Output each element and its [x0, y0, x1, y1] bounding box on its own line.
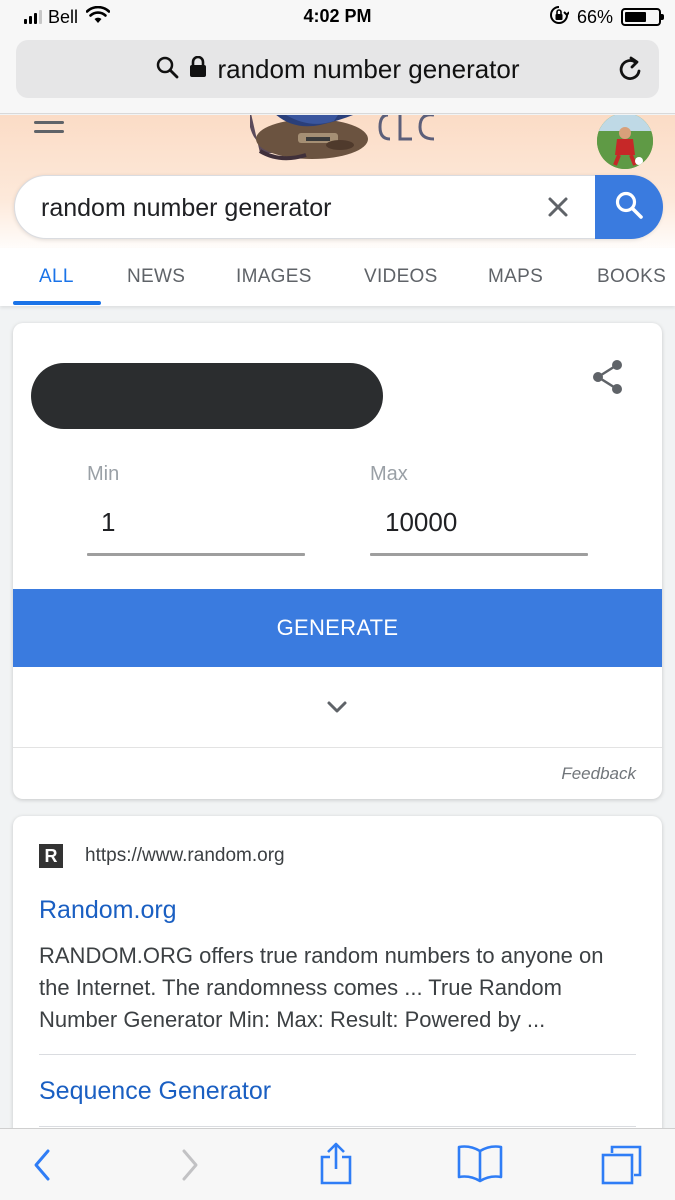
- result-snippet: RANDOM.ORG offers true random numbers to…: [39, 943, 604, 1032]
- tab-active-indicator: [13, 301, 101, 305]
- search-tabs: ALL NEWS IMAGES VIDEOS MAPS BOOKS: [0, 248, 675, 306]
- tab-news[interactable]: NEWS: [127, 266, 185, 288]
- tabs-icon[interactable]: [600, 1143, 644, 1190]
- search-icon: [614, 190, 644, 225]
- site-favicon: R: [39, 844, 63, 868]
- generate-button[interactable]: GENERATE: [13, 589, 662, 667]
- max-input-underline: [370, 553, 588, 556]
- orientation-lock-icon: [549, 5, 570, 30]
- address-bar[interactable]: random number generator: [16, 40, 659, 98]
- menu-icon[interactable]: [34, 121, 64, 139]
- tab-all[interactable]: ALL: [39, 266, 74, 288]
- card-divider: [13, 747, 662, 748]
- search-input[interactable]: random number generator: [41, 194, 331, 223]
- min-input[interactable]: 1: [101, 507, 115, 538]
- doodle-logo[interactable]: [250, 115, 440, 168]
- search-box[interactable]: random number generator: [14, 175, 663, 239]
- result-title-link[interactable]: Random.org: [39, 896, 177, 925]
- status-bar: Bell 4:02 PM 66%: [0, 0, 675, 34]
- result-url[interactable]: https://www.random.org: [85, 845, 285, 867]
- battery-percent: 66%: [576, 6, 613, 27]
- sitelink-sequence-generator[interactable]: Sequence Generator: [39, 1077, 271, 1106]
- avatar[interactable]: [597, 115, 653, 169]
- share-icon[interactable]: [318, 1141, 354, 1190]
- result-divider: [39, 1054, 636, 1055]
- result-divider: [39, 1126, 636, 1127]
- battery-icon: [621, 8, 664, 26]
- tab-videos[interactable]: VIDEOS: [364, 266, 438, 288]
- bookmarks-icon[interactable]: [456, 1143, 504, 1188]
- tab-maps[interactable]: MAPS: [488, 266, 543, 288]
- max-input[interactable]: 10000: [385, 507, 457, 538]
- chevron-down-icon[interactable]: [325, 699, 349, 720]
- tab-books[interactable]: BOOKS: [597, 266, 666, 288]
- clear-icon[interactable]: [547, 196, 569, 223]
- forward-icon[interactable]: [178, 1145, 202, 1190]
- address-text: random number generator: [217, 53, 520, 84]
- browser-toolbar: [0, 1128, 675, 1200]
- tab-images[interactable]: IMAGES: [236, 266, 312, 288]
- lock-icon: [189, 55, 207, 83]
- feedback-link[interactable]: Feedback: [561, 764, 636, 784]
- min-label: Min: [87, 463, 120, 485]
- min-input-underline: [87, 553, 305, 556]
- redacted-result: [31, 363, 383, 429]
- address-bar-area: random number generator: [0, 34, 675, 114]
- back-icon[interactable]: [30, 1145, 54, 1190]
- reload-icon[interactable]: [617, 55, 645, 88]
- share-icon[interactable]: [591, 359, 625, 400]
- random-number-card: Min 1 Max 10000 GENERATE Feedback: [13, 323, 662, 799]
- search-icon: [155, 55, 179, 84]
- max-label: Max: [370, 463, 408, 485]
- search-button[interactable]: [595, 175, 663, 239]
